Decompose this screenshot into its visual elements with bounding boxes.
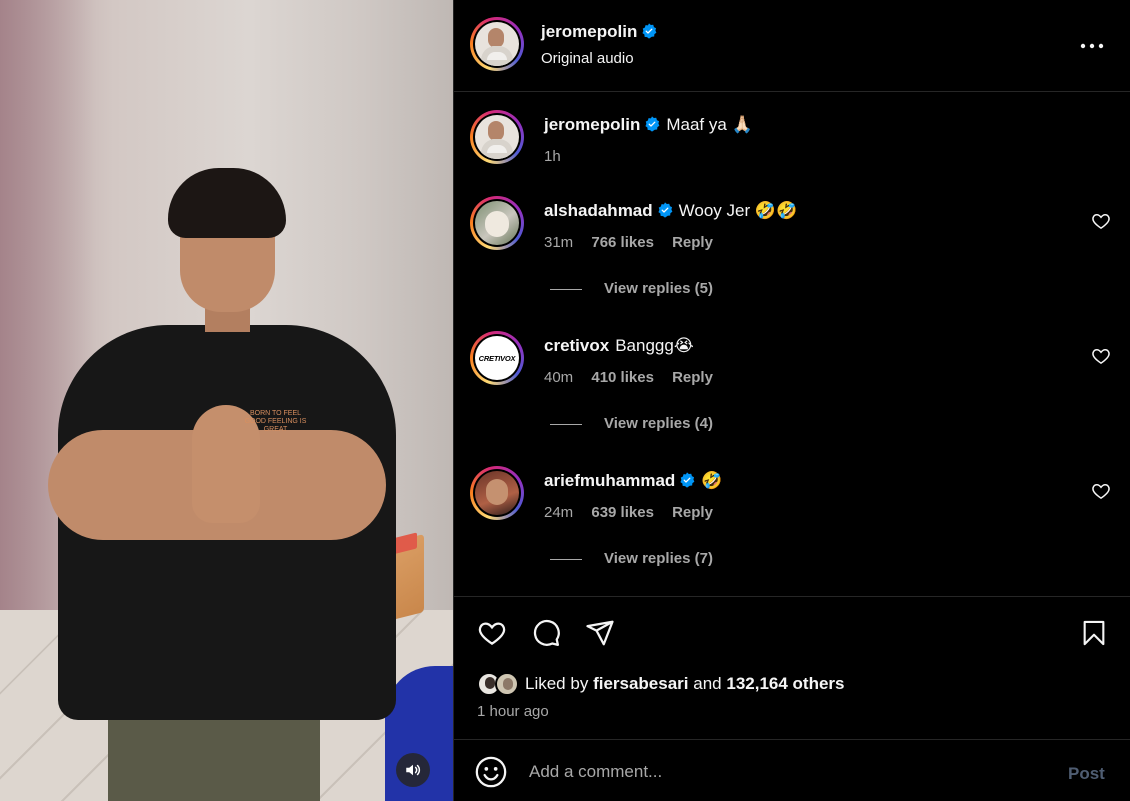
author-avatar[interactable] — [470, 17, 524, 71]
liked-by-user[interactable]: fiersabesari — [593, 674, 688, 694]
comment-time[interactable]: 24m — [544, 504, 573, 521]
comment-like-heart-icon[interactable] — [1090, 346, 1112, 366]
post-time[interactable]: 1 hour ago — [477, 703, 549, 720]
caption-text: Maaf ya 🙏🏻 — [666, 115, 753, 134]
comment-meta: 40m 410 likes Reply — [544, 369, 727, 386]
author-username-row[interactable]: jeromepolin — [541, 22, 657, 42]
comment-avatar[interactable] — [470, 196, 524, 250]
comment-input[interactable] — [529, 759, 1029, 785]
media-shirt-print: BORN TO FEEL GOOD FEELING IS GREAT — [244, 410, 307, 433]
emoji-icon[interactable] — [474, 755, 508, 789]
cretivox-logo-text: CRETIVOX — [478, 353, 516, 363]
liker-avatar[interactable] — [495, 672, 519, 696]
reply-button[interactable]: Reply — [672, 234, 713, 251]
share-icon — [586, 620, 614, 646]
verified-badge-icon — [645, 116, 660, 132]
caption-line: jeromepolin Maaf ya 🙏🏻 — [544, 115, 753, 135]
post-sidebar: jeromepolin Original audio jeromepolin Ma… — [453, 0, 1130, 801]
verified-badge-icon — [658, 202, 673, 218]
comment-line: alshadahmad Wooy Jer 🤣🤣 — [544, 201, 797, 221]
view-replies-button[interactable]: View replies (5) — [550, 280, 713, 297]
save-button[interactable] — [1076, 615, 1112, 651]
comment-text: Banggg😭 — [615, 336, 694, 355]
verified-badge-icon — [642, 23, 657, 39]
comment-icon — [533, 619, 560, 646]
mute-button[interactable] — [396, 753, 430, 787]
audio-link[interactable]: Original audio — [541, 50, 634, 67]
comment-line: cretivox Banggg😭 — [544, 336, 694, 356]
caption-meta: 1h — [544, 148, 575, 165]
comment-username[interactable]: alshadahmad — [544, 201, 653, 220]
view-replies-button[interactable]: View replies (4) — [550, 415, 713, 432]
more-options-button[interactable] — [1077, 36, 1107, 56]
liked-by-others[interactable]: 132,164 others — [726, 674, 844, 694]
comment-line: ariefmuhammad 🤣 — [544, 471, 723, 491]
post-header: jeromepolin Original audio — [454, 0, 1130, 92]
liked-by: Liked by fiersabesari and 132,164 others — [477, 672, 845, 696]
post-actions: Liked by fiersabesari and 132,164 others… — [454, 596, 1130, 740]
comment-button[interactable] — [528, 615, 564, 651]
verified-badge-icon — [680, 472, 695, 488]
caption-avatar[interactable] — [470, 110, 524, 164]
comment-username[interactable]: cretivox — [544, 336, 609, 355]
share-button[interactable] — [582, 615, 618, 651]
author-username[interactable]: jeromepolin — [541, 22, 637, 41]
caption-time[interactable]: 1h — [544, 148, 561, 165]
comment-likes[interactable]: 410 likes — [591, 369, 654, 386]
post-media[interactable]: BORN TO FEEL GOOD FEELING IS GREAT — [0, 0, 453, 801]
comment-time[interactable]: 31m — [544, 234, 573, 251]
comment-avatar[interactable]: CRETIVOX — [470, 331, 524, 385]
comment-like-heart-icon[interactable] — [1090, 211, 1112, 231]
comment-composer: Post — [454, 740, 1130, 801]
comment-time[interactable]: 40m — [544, 369, 573, 386]
comment-text: Wooy Jer 🤣🤣 — [678, 201, 798, 220]
like-button[interactable] — [474, 615, 510, 651]
post-comment-button[interactable]: Post — [1068, 764, 1105, 784]
comment-meta: 31m 766 likes Reply — [544, 234, 727, 251]
liked-by-and: and — [693, 674, 722, 693]
comment-meta: 24m 639 likes Reply — [544, 504, 727, 521]
reply-button[interactable]: Reply — [672, 369, 713, 386]
comment-likes[interactable]: 766 likes — [591, 234, 654, 251]
comment-like-heart-icon[interactable] — [1090, 481, 1112, 501]
comment-text: 🤣 — [701, 471, 723, 490]
comment-username[interactable]: ariefmuhammad — [544, 471, 675, 490]
liked-by-prefix: Liked by — [525, 674, 589, 693]
media-person-hair — [168, 168, 286, 238]
reply-button[interactable]: Reply — [672, 504, 713, 521]
bookmark-icon — [1083, 620, 1105, 646]
view-replies-button[interactable]: View replies (7) — [550, 550, 713, 567]
comment-likes[interactable]: 639 likes — [591, 504, 654, 521]
more-options-icon — [1080, 43, 1104, 49]
caption-username[interactable]: jeromepolin — [544, 115, 640, 134]
speaker-icon — [406, 764, 421, 776]
heart-icon — [478, 622, 506, 645]
comment-avatar[interactable] — [470, 466, 524, 520]
